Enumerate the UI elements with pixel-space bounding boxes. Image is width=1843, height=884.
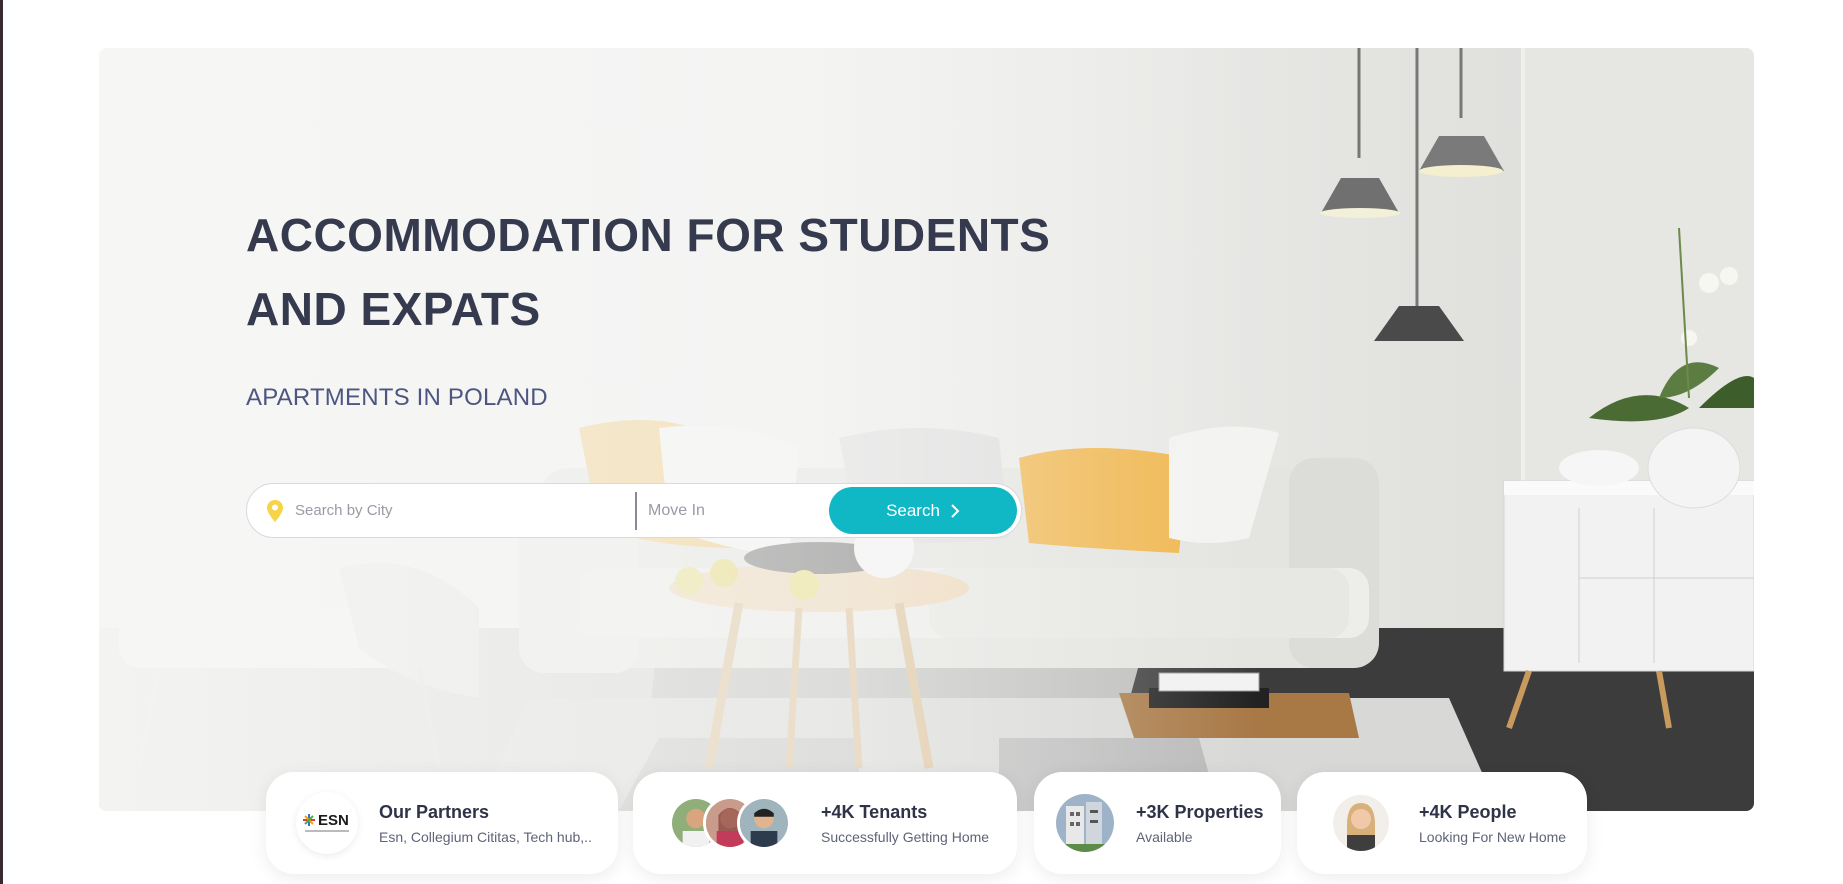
stat-title: +4K People [1419, 801, 1517, 822]
hero-text: ACCOMMODATION FOR STUDENTS AND EXPATS AP… [246, 198, 1066, 412]
move-in-date-input[interactable] [648, 495, 823, 526]
tenant-avatars [669, 796, 791, 850]
stat-subtitle: Esn, Collegium Cititas, Tech hub,.. [379, 828, 592, 845]
search-bar: Search [246, 483, 1022, 538]
esn-star-icon: ESN [303, 812, 349, 832]
search-button[interactable]: Search [829, 487, 1017, 534]
partners-text: Our Partners Esn, Collegium Cititas, Tec… [379, 802, 592, 845]
stat-subtitle: Looking For New Home [1419, 828, 1567, 845]
chevron-right-icon [951, 503, 960, 518]
stat-subtitle: Available [1136, 828, 1193, 845]
living-room-illustration [99, 48, 1754, 811]
building-icon [1056, 794, 1114, 852]
esn-logo-text: ESN [318, 812, 349, 829]
people-card[interactable]: +4K People Looking For New Home [1297, 772, 1587, 874]
properties-card[interactable]: +3K Properties Available [1034, 772, 1281, 874]
properties-text: +3K Properties Available [1136, 802, 1264, 845]
page-subtitle: APARTMENTS IN POLAND [246, 384, 548, 411]
city-search-input[interactable] [295, 495, 635, 526]
stat-subtitle: Successfully Getting Home [821, 828, 990, 845]
hero-banner: ACCOMMODATION FOR STUDENTS AND EXPATS AP… [99, 48, 1754, 811]
headline-line-1: ACCOMMODATION FOR STUDENTS [246, 209, 1051, 261]
stat-title: +3K Properties [1136, 801, 1264, 822]
search-button-label: Search [886, 500, 940, 520]
search-divider [635, 491, 637, 530]
tenant-avatar-3 [737, 796, 791, 850]
stat-title: Our Partners [379, 801, 490, 822]
headline-line-2: AND EXPATS [246, 283, 541, 335]
page-title: ACCOMMODATION FOR STUDENTS AND EXPATS [246, 198, 1066, 346]
location-pin-icon [267, 499, 283, 522]
window-edge [0, 0, 3, 884]
esn-logo: ESN [296, 792, 358, 854]
tenants-text: +4K Tenants Successfully Getting Home [821, 802, 989, 845]
people-text: +4K People Looking For New Home [1419, 802, 1566, 845]
stat-title: +4K Tenants [821, 801, 928, 822]
partners-card[interactable]: ESN Our Partners Esn, Collegium Cititas,… [266, 772, 618, 874]
person-avatar [1333, 795, 1389, 851]
tenants-card[interactable]: +4K Tenants Successfully Getting Home [633, 772, 1017, 874]
